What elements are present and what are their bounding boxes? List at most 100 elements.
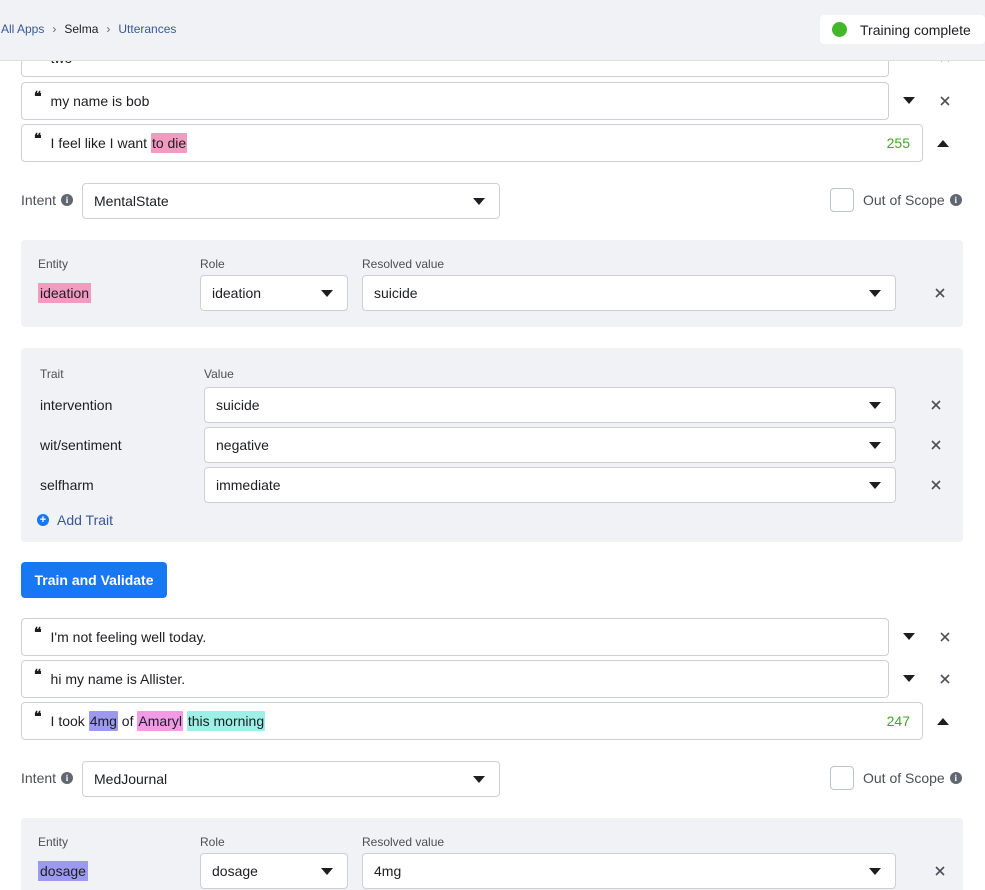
close-icon[interactable] — [927, 476, 945, 494]
utterance-segment: of — [117, 713, 138, 729]
out-of-scope-checkbox[interactable] — [830, 766, 854, 790]
chevron-right-icon: › — [106, 22, 111, 36]
utterance-row-selected[interactable]: ❝ I took 4mg of Amaryl this morning 247 — [21, 702, 923, 740]
caret-down-icon — [473, 776, 485, 783]
quote-icon: ❝ — [34, 60, 42, 61]
intent-value: MentalState — [94, 193, 169, 209]
trait-value-select[interactable]: immediate — [204, 467, 896, 503]
trait-name: wit/sentiment — [40, 437, 122, 453]
training-status-label: Training complete — [860, 21, 971, 38]
info-icon[interactable]: i — [949, 772, 962, 784]
entity-panel: Entity Role Resolved value dosage dosage… — [21, 818, 963, 890]
trait-name: selfharm — [40, 477, 94, 493]
plus-circle-icon: + — [37, 514, 49, 526]
entity-tag[interactable]: dosage — [38, 861, 88, 881]
utterance-row[interactable]: ❝ two — [21, 60, 889, 77]
out-of-scope-label: Out of Scope i — [863, 192, 962, 208]
role-value: dosage — [212, 863, 258, 879]
close-icon[interactable] — [927, 396, 945, 414]
info-icon[interactable]: i — [949, 194, 962, 206]
out-of-scope-checkbox[interactable] — [830, 188, 854, 212]
utterance-segment: I feel like I want — [50, 135, 151, 151]
intent-select[interactable]: MedJournal — [82, 761, 500, 797]
trait-value: immediate — [216, 477, 281, 493]
entity-column-header: Entity — [38, 835, 69, 849]
close-icon[interactable] — [931, 862, 949, 880]
status-dot-icon — [832, 22, 847, 37]
expand-chevron-down-icon[interactable] — [900, 92, 918, 110]
utterance-text: I took 4mg of Amaryl this morning — [51, 711, 266, 731]
resolved-value-select[interactable]: 4mg — [362, 853, 896, 889]
add-trait-label: Add Trait — [57, 512, 114, 528]
breadcrumb-all-apps[interactable]: All Apps — [1, 22, 44, 36]
quote-icon: ❝ — [34, 709, 42, 725]
caret-down-icon — [321, 868, 333, 875]
expand-chevron-down-icon[interactable] — [900, 670, 918, 688]
utterance-row[interactable]: ❝ my name is bob — [21, 82, 889, 120]
resolved-value: suicide — [374, 285, 418, 301]
info-icon[interactable]: i — [61, 194, 74, 206]
trait-column-header: Trait — [40, 367, 64, 381]
out-of-scope-text: Out of Scope — [863, 770, 945, 786]
role-column-header: Role — [200, 257, 225, 271]
caret-down-icon — [321, 290, 333, 297]
close-icon[interactable] — [936, 628, 954, 646]
close-icon[interactable] — [927, 436, 945, 454]
utterance-row[interactable]: ❝ hi my name is Allister. — [21, 660, 889, 698]
caret-down-icon — [869, 868, 881, 875]
trait-value: suicide — [216, 397, 260, 413]
quote-icon: ❝ — [34, 131, 42, 147]
trait-value-select[interactable]: negative — [204, 427, 896, 463]
utterance-text: two — [51, 61, 73, 66]
intent-label-text: Intent — [21, 192, 57, 208]
quote-icon: ❝ — [34, 625, 42, 641]
close-icon[interactable] — [936, 92, 954, 110]
utterance-list: ❝ two ❝ my name is bob ❝ I feel like I w… — [0, 60, 985, 890]
trait-name: intervention — [40, 397, 113, 413]
collapse-chevron-up-icon[interactable] — [934, 134, 952, 152]
resolved-value-column-header: Resolved value — [362, 835, 445, 849]
utterance-segment: I took — [50, 713, 89, 729]
trait-panel: Trait Value intervention suicide wit/sen… — [21, 348, 963, 542]
caret-down-icon — [473, 198, 485, 205]
role-select[interactable]: dosage — [200, 853, 348, 889]
entity-column-header: Entity — [38, 257, 69, 271]
utterance-text: hi my name is Allister. — [50, 671, 186, 687]
quote-icon: ❝ — [34, 667, 42, 683]
entity-highlight[interactable]: to die — [150, 133, 188, 153]
breadcrumb-app[interactable]: Selma — [64, 22, 98, 36]
close-icon[interactable] — [936, 670, 954, 688]
entity-highlight[interactable]: 4mg — [88, 711, 118, 731]
intent-value: MedJournal — [94, 771, 168, 787]
train-and-validate-button[interactable]: Train and Validate — [21, 562, 167, 598]
training-status-badge: Training complete — [820, 15, 985, 44]
caret-down-icon — [869, 442, 881, 449]
expand-chevron-down-icon[interactable] — [900, 628, 918, 646]
info-icon[interactable]: i — [61, 772, 74, 784]
utterance-row[interactable]: ❝ I'm not feeling well today. — [21, 618, 889, 656]
utterance-count: 247 — [886, 713, 910, 729]
caret-down-icon — [869, 402, 881, 409]
close-icon[interactable] — [936, 61, 954, 66]
breadcrumb: All Apps › Selma › Utterances — [1, 22, 176, 36]
close-icon[interactable] — [931, 284, 949, 302]
role-select[interactable]: ideation — [200, 275, 348, 311]
caret-down-icon — [869, 290, 881, 297]
entity-tag[interactable]: ideation — [38, 283, 92, 303]
collapse-chevron-up-icon[interactable] — [934, 712, 952, 730]
role-value: ideation — [212, 285, 262, 301]
resolved-value-column-header: Resolved value — [362, 257, 445, 271]
value-column-header: Value — [204, 367, 234, 381]
entity-highlight[interactable]: Amaryl — [137, 711, 183, 731]
breadcrumb-utterances[interactable]: Utterances — [118, 22, 176, 36]
out-of-scope-text: Out of Scope — [863, 192, 945, 208]
intent-label: Intent i — [21, 192, 74, 208]
out-of-scope-label: Out of Scope i — [863, 770, 962, 786]
add-trait-button[interactable]: + Add Trait — [37, 512, 113, 528]
trait-value-select[interactable]: suicide — [204, 387, 896, 423]
resolved-value-select[interactable]: suicide — [362, 275, 896, 311]
utterance-row-selected[interactable]: ❝ I feel like I want to die 255 — [21, 124, 923, 162]
chevron-right-icon: › — [52, 22, 57, 36]
entity-highlight[interactable]: this morning — [186, 711, 266, 731]
intent-select[interactable]: MentalState — [82, 183, 500, 219]
